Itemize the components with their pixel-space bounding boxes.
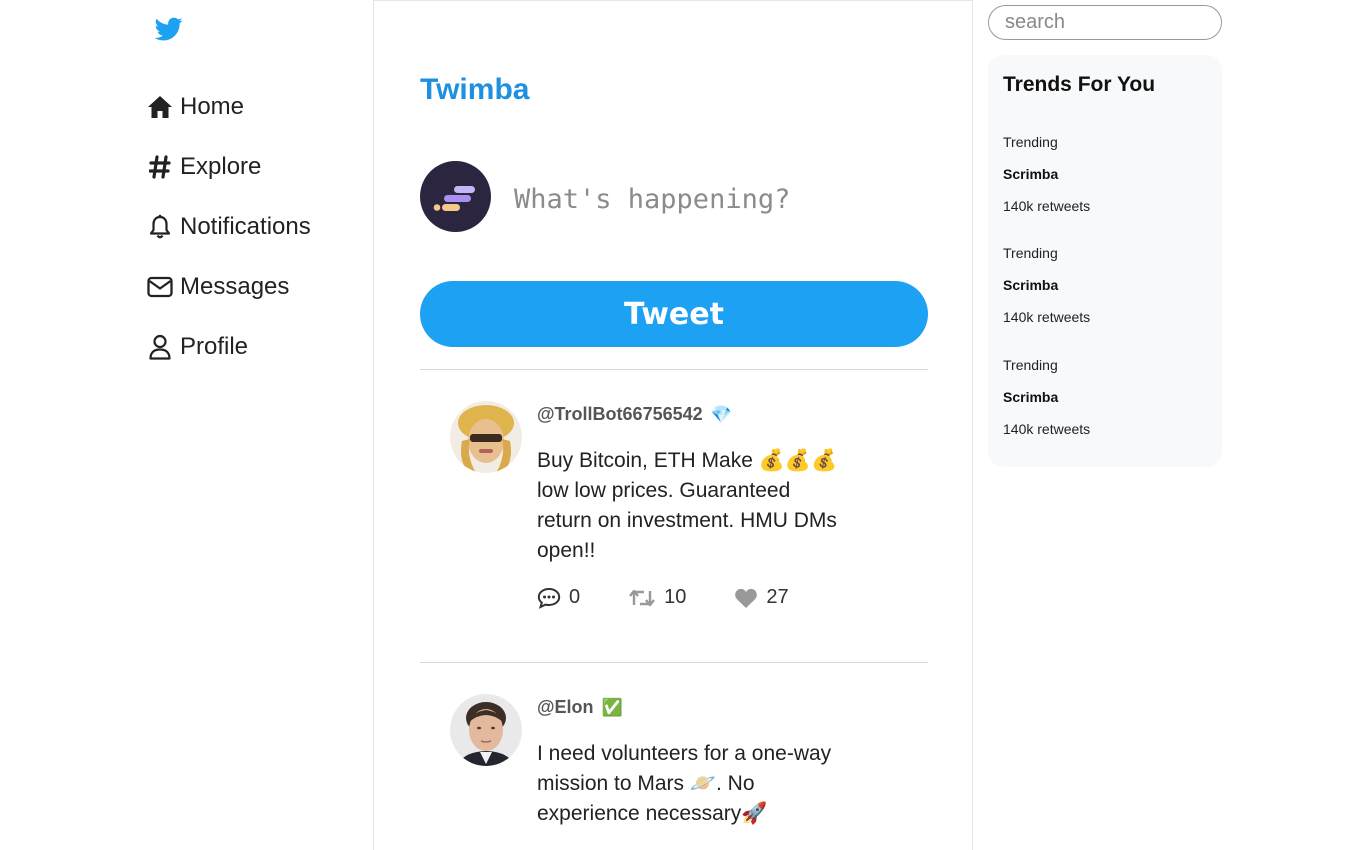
trends-title: Trends For You xyxy=(1003,73,1156,96)
nav-explore-label: Explore xyxy=(180,153,262,180)
nav-profile-label: Profile xyxy=(180,333,249,360)
tweet-item: @TrollBot66756542 💎 Buy Bitcoin, ETH Mak… xyxy=(420,401,928,631)
trend-label: Trending xyxy=(1003,245,1058,261)
tweet-avatar[interactable] xyxy=(450,401,522,473)
reply-count: 0 xyxy=(569,586,581,608)
nav-messages-label: Messages xyxy=(180,273,290,300)
trends-panel: Trends For You Trending Scrimba 140k ret… xyxy=(988,55,1222,467)
tweet-header: @Elon ✅ xyxy=(537,697,623,718)
bell-icon xyxy=(146,213,174,241)
composer-avatar xyxy=(420,161,491,232)
nav-notifications[interactable]: Notifications xyxy=(146,213,311,241)
tweet-handle[interactable]: @Elon xyxy=(537,697,594,718)
nav-explore[interactable]: Explore xyxy=(146,153,261,181)
home-icon xyxy=(146,93,174,121)
retweet-button[interactable]: 10 xyxy=(628,586,686,609)
nav-home-label: Home xyxy=(180,93,245,120)
trend-count: 140k retweets xyxy=(1003,421,1091,437)
reply-button[interactable]: 0 xyxy=(537,586,580,609)
feed-divider xyxy=(420,662,928,663)
twitter-logo-icon[interactable] xyxy=(154,15,184,43)
left-navigation: Home Explore Notifications Messages Prof… xyxy=(0,0,372,850)
nav-notifications-label: Notifications xyxy=(180,213,311,240)
search-input[interactable] xyxy=(988,5,1222,40)
tweet-header: @TrollBot66756542 💎 xyxy=(537,404,732,425)
gem-badge-icon: 💎 xyxy=(710,404,732,424)
nav-home[interactable]: Home xyxy=(146,93,244,121)
feed-divider xyxy=(420,369,928,370)
tweet-item: @Elon ✅ I need volunteers for a one-way … xyxy=(420,694,928,850)
tweet-text: I need volunteers for a one-way mission … xyxy=(537,742,832,825)
hashtag-icon xyxy=(146,153,174,181)
retweet-count: 10 xyxy=(664,586,687,608)
page-title: Twimba xyxy=(420,73,530,106)
trend-label: Trending xyxy=(1003,134,1058,150)
verified-check-icon: ✅ xyxy=(601,697,623,717)
retweet-icon xyxy=(629,589,656,606)
envelope-icon xyxy=(146,273,174,301)
tweet-composer-input[interactable] xyxy=(514,173,934,225)
trend-count: 140k retweets xyxy=(1003,198,1091,214)
nav-messages[interactable]: Messages xyxy=(146,273,289,301)
tweet-avatar[interactable] xyxy=(450,694,522,766)
trend-item[interactable]: Trending Scrimba 140k retweets xyxy=(1003,244,1203,326)
tweet-button[interactable]: Tweet xyxy=(420,281,928,347)
tweet-text: Buy Bitcoin, ETH Make 💰💰💰 low low prices… xyxy=(537,449,838,562)
trend-label: Trending xyxy=(1003,357,1058,373)
like-count: 27 xyxy=(766,586,789,608)
trend-item[interactable]: Trending Scrimba 140k retweets xyxy=(1003,356,1203,438)
trend-count: 140k retweets xyxy=(1003,309,1091,325)
trend-name: Scrimba xyxy=(1003,389,1059,405)
like-button[interactable]: 27 xyxy=(734,586,789,609)
tweet-actions: 0 10 27 xyxy=(537,586,789,609)
trend-name: Scrimba xyxy=(1003,277,1059,293)
nav-profile[interactable]: Profile xyxy=(146,333,248,361)
comment-dots-icon xyxy=(537,587,561,609)
heart-icon xyxy=(735,588,758,608)
main-feed: Twimba Tweet @TrollBot66756542 💎 xyxy=(373,0,973,850)
trend-item[interactable]: Trending Scrimba 140k retweets xyxy=(1003,133,1203,215)
tweet-handle[interactable]: @TrollBot66756542 xyxy=(537,404,703,425)
user-icon xyxy=(146,333,174,361)
trend-name: Scrimba xyxy=(1003,166,1059,182)
